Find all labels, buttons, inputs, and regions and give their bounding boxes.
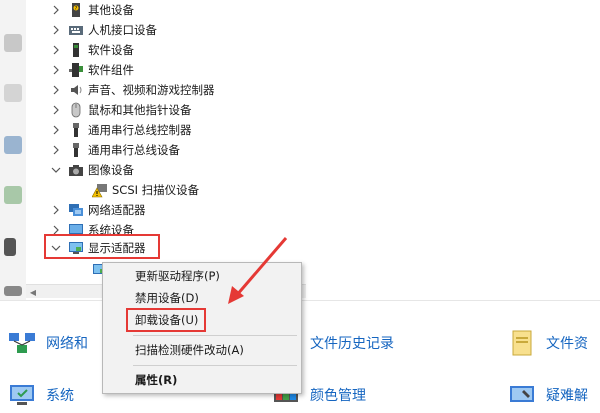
chevron-right-icon[interactable] (50, 60, 62, 80)
tree-item-label: 鼠标和其他指针设备 (88, 103, 192, 117)
scroll-left-icon[interactable]: ◀ (26, 285, 40, 299)
usb-icon (68, 142, 84, 158)
software-device-icon (68, 42, 84, 58)
uninstall-highlight (126, 308, 206, 332)
tree-item-software-devices[interactable]: 软件设备 (50, 40, 134, 60)
tree-item-sound-video[interactable]: 声音、视频和游戏控制器 (50, 80, 215, 100)
chevron-right-icon[interactable] (50, 20, 62, 40)
tree-item-label: 图像设备 (88, 163, 134, 177)
background-icon (4, 286, 22, 296)
chevron-right-icon[interactable] (50, 140, 62, 160)
chevron-right-icon[interactable] (50, 80, 62, 100)
menu-separator (133, 335, 297, 336)
chevron-right-icon[interactable] (50, 120, 62, 140)
background-icon (4, 34, 22, 52)
chevron-right-icon[interactable] (50, 0, 62, 20)
warning-device-icon (92, 182, 108, 198)
tree-item-usb-devices[interactable]: 通用串行总线设备 (50, 140, 180, 160)
menu-item-scan-hardware[interactable]: 扫描检测硬件改动(A) (103, 339, 301, 361)
background-icon (4, 186, 22, 204)
tree-item-label: 其他设备 (88, 3, 134, 17)
tree-item-mouse[interactable]: 鼠标和其他指针设备 (50, 100, 192, 120)
system-icon (6, 379, 38, 411)
chevron-down-icon[interactable] (50, 160, 62, 180)
tree-item-network-adapters[interactable]: 网络适配器 (50, 200, 146, 220)
cp-item-label: 文件资 (546, 336, 588, 352)
file-explorer-icon (506, 327, 538, 359)
cp-item-label: 颜色管理 (310, 388, 366, 404)
menu-item-properties[interactable]: 属性(R) (103, 369, 301, 391)
cp-item-label: 文件历史记录 (310, 336, 394, 352)
cp-item-system[interactable]: 系统 (6, 379, 74, 411)
speaker-icon (68, 82, 84, 98)
tree-item-usb-controllers[interactable]: 通用串行总线控制器 (50, 120, 192, 140)
tree-item-label: 通用串行总线设备 (88, 143, 180, 157)
cp-item-file-explorer[interactable]: 文件资 (506, 327, 588, 359)
troubleshoot-icon (506, 379, 538, 411)
tree-item-label: 人机接口设备 (88, 23, 157, 37)
network-adapter-icon (68, 202, 84, 218)
tree-item-hid[interactable]: 人机接口设备 (50, 20, 157, 40)
chevron-right-icon[interactable] (50, 200, 62, 220)
background-icon (4, 238, 16, 256)
display-adapters-highlight (44, 234, 160, 259)
tree-item-label: SCSI 扫描仪设备 (112, 183, 200, 197)
tree-item-label: 通用串行总线控制器 (88, 123, 192, 137)
red-arrow-annotation (228, 237, 288, 304)
tree-item-label: 声音、视频和游戏控制器 (88, 83, 215, 97)
tree-item-imaging-devices[interactable]: 图像设备 (50, 160, 134, 180)
cp-item-label: 网络和 (46, 336, 88, 352)
hid-icon (68, 22, 84, 38)
background-icon (4, 84, 22, 102)
tree-item-scsi-scanner[interactable]: SCSI 扫描仪设备 (86, 180, 199, 200)
camera-icon (68, 162, 84, 178)
usb-icon (68, 122, 84, 138)
cp-item-troubleshoot[interactable]: 疑难解 (506, 379, 588, 411)
tree-item-label: 网络适配器 (88, 203, 146, 217)
software-component-icon (68, 62, 84, 78)
mouse-icon (68, 102, 84, 118)
other-device-icon: ? (68, 2, 84, 18)
chevron-right-icon[interactable] (50, 40, 62, 60)
tree-item-software-components[interactable]: 软件组件 (50, 60, 134, 80)
tree-item-label: 软件组件 (88, 63, 134, 77)
cp-item-label: 疑难解 (546, 388, 588, 404)
cp-item-network-center[interactable]: 网络和 (6, 327, 88, 359)
network-center-icon (6, 327, 38, 359)
background-window-strip (0, 0, 26, 310)
tree-item-label: 软件设备 (88, 43, 134, 57)
cp-item-label: 系统 (46, 388, 74, 404)
background-icon (4, 136, 22, 154)
chevron-right-icon[interactable] (50, 100, 62, 120)
svg-text:?: ? (75, 6, 78, 12)
tree-item-other-devices[interactable]: ? 其他设备 (50, 0, 134, 20)
menu-separator (133, 365, 297, 366)
